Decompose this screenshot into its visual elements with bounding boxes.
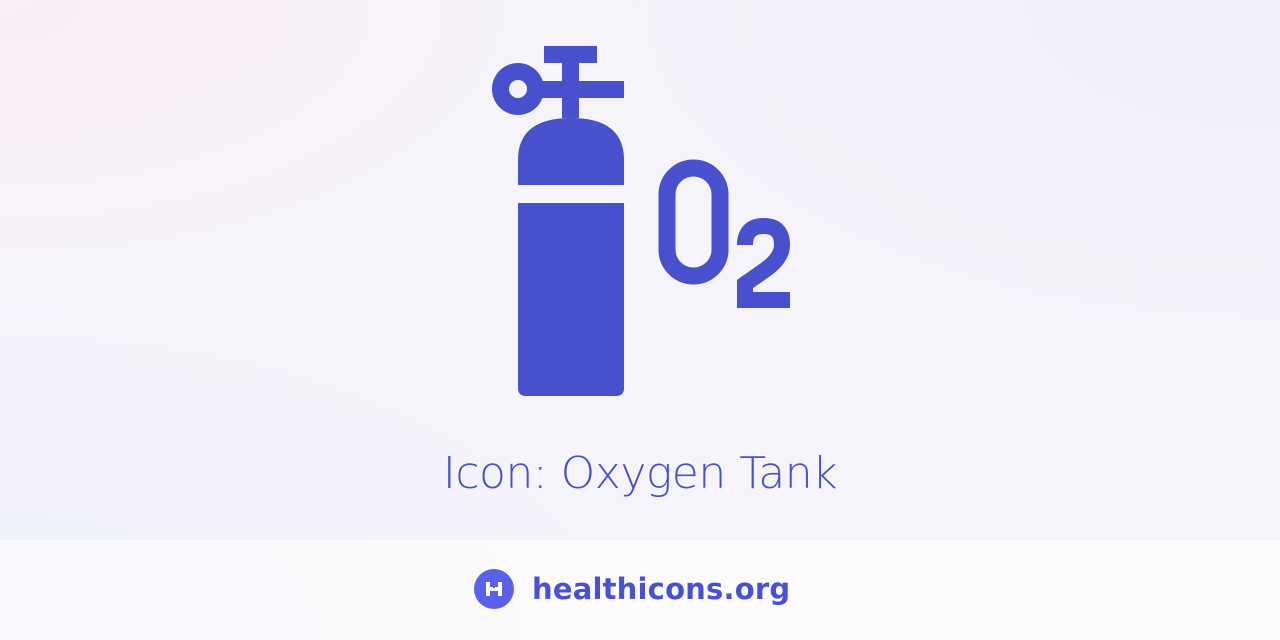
icon-title: Icon: Oxygen Tank (442, 448, 838, 499)
footer: healthicons.org (0, 540, 1280, 640)
healthicons-logo-icon (474, 569, 514, 609)
site-name: healthicons.org (532, 572, 791, 606)
oxygen-tank-icon (0, 0, 1280, 420)
hero-section: Icon: Oxygen Tank (0, 0, 1280, 540)
oxygen-tank-icon-graphic (492, 46, 791, 396)
healthicons-link[interactable]: healthicons.org (474, 568, 790, 610)
